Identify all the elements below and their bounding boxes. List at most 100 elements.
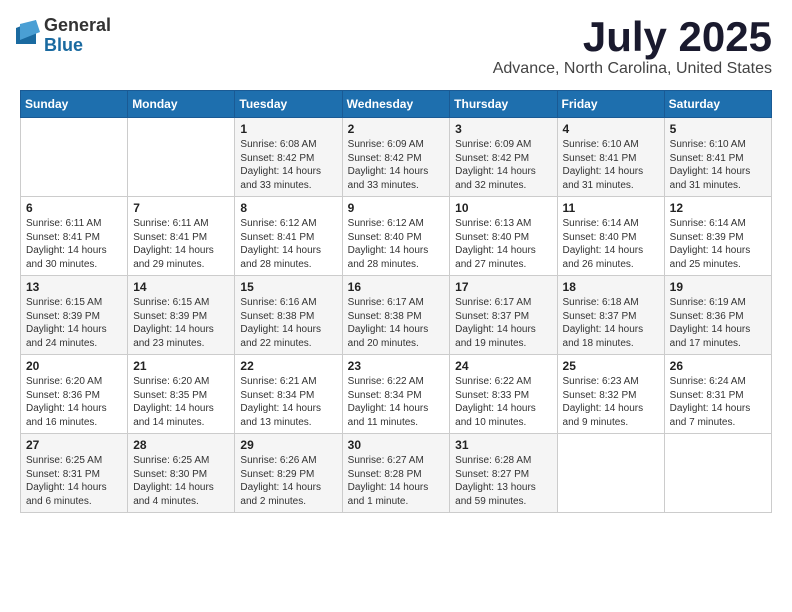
- day-number: 15: [240, 280, 336, 294]
- calendar-cell: 7 Sunrise: 6:11 AMSunset: 8:41 PMDaylight…: [128, 197, 235, 276]
- day-info: Sunrise: 6:12 AMSunset: 8:40 PMDaylight:…: [348, 217, 445, 271]
- day-info: Sunrise: 6:12 AMSunset: 8:41 PMDaylight:…: [240, 217, 336, 271]
- calendar-week-2: 6 Sunrise: 6:11 AMSunset: 8:41 PMDaylight…: [21, 197, 772, 276]
- days-header-row: Sunday Monday Tuesday Wednesday Thursday…: [21, 91, 772, 118]
- day-number: 24: [455, 359, 551, 373]
- calendar-cell: 20Sunrise: 6:20 AMSunset: 8:36 PMDayligh…: [21, 355, 128, 434]
- day-number: 22: [240, 359, 336, 373]
- day-number: 3: [455, 122, 551, 136]
- day-number: 29: [240, 438, 336, 452]
- calendar-week-3: 13 Sunrise: 6:15 AMSunset: 8:39 PMDayligh…: [21, 276, 772, 355]
- header-monday: Monday: [128, 91, 235, 118]
- calendar-cell: 9 Sunrise: 6:12 AMSunset: 8:40 PMDaylight…: [342, 197, 450, 276]
- day-number: 2: [348, 122, 445, 136]
- day-info: Sunrise: 6:14 AMSunset: 8:40 PMDaylight:…: [563, 217, 659, 271]
- day-number: 21: [133, 359, 229, 373]
- calendar-cell: 16 Sunrise: 6:17 AMSunset: 8:38 PMDayligh…: [342, 276, 450, 355]
- header-saturday: Saturday: [664, 91, 771, 118]
- day-info: Sunrise: 6:18 AMSunset: 8:37 PMDaylight:…: [563, 296, 659, 350]
- day-info: Sunrise: 6:23 AMSunset: 8:32 PMDaylight:…: [563, 375, 659, 429]
- calendar-cell: 8 Sunrise: 6:12 AMSunset: 8:41 PMDaylight…: [235, 197, 342, 276]
- day-number: 31: [455, 438, 551, 452]
- calendar-cell: 22 Sunrise: 6:21 AMSunset: 8:34 PMDayligh…: [235, 355, 342, 434]
- calendar-cell: 28Sunrise: 6:25 AMSunset: 8:30 PMDayligh…: [128, 434, 235, 513]
- calendar-cell: 17 Sunrise: 6:17 AMSunset: 8:37 PMDayligh…: [450, 276, 557, 355]
- calendar-cell: 11 Sunrise: 6:14 AMSunset: 8:40 PMDayligh…: [557, 197, 664, 276]
- calendar-table: Sunday Monday Tuesday Wednesday Thursday…: [20, 90, 772, 513]
- calendar-week-1: 1Sunrise: 6:08 AMSunset: 8:42 PMDaylight…: [21, 118, 772, 197]
- day-number: 14: [133, 280, 229, 294]
- day-info: Sunrise: 6:27 AMSunset: 8:28 PMDaylight:…: [348, 454, 445, 508]
- day-number: 28: [133, 438, 229, 452]
- day-number: 26: [670, 359, 766, 373]
- title-section: July 2025 Advance, North Carolina, Unite…: [493, 16, 772, 78]
- day-number: 10: [455, 201, 551, 215]
- day-info: Sunrise: 6:17 AMSunset: 8:37 PMDaylight:…: [455, 296, 551, 350]
- calendar-cell: 4Sunrise: 6:10 AMSunset: 8:41 PMDaylight…: [557, 118, 664, 197]
- location: Advance, North Carolina, United States: [493, 60, 772, 78]
- calendar-cell: 27 Sunrise: 6:25 AMSunset: 8:31 PMDayligh…: [21, 434, 128, 513]
- day-number: 9: [348, 201, 445, 215]
- day-number: 17: [455, 280, 551, 294]
- day-info: Sunrise: 6:14 AMSunset: 8:39 PMDaylight:…: [670, 217, 766, 271]
- logo-general: General: [44, 16, 111, 36]
- calendar-cell: [21, 118, 128, 197]
- day-info: Sunrise: 6:21 AMSunset: 8:34 PMDaylight:…: [240, 375, 336, 429]
- calendar-cell: 19 Sunrise: 6:19 AMSunset: 8:36 PMDayligh…: [664, 276, 771, 355]
- day-info: Sunrise: 6:10 AMSunset: 8:41 PMDaylight:…: [670, 138, 766, 192]
- calendar-cell: 5Sunrise: 6:10 AMSunset: 8:41 PMDaylight…: [664, 118, 771, 197]
- day-number: 11: [563, 201, 659, 215]
- day-info: Sunrise: 6:09 AMSunset: 8:42 PMDaylight:…: [348, 138, 445, 192]
- calendar-cell: 6 Sunrise: 6:11 AMSunset: 8:41 PMDaylight…: [21, 197, 128, 276]
- calendar-cell: 12Sunrise: 6:14 AMSunset: 8:39 PMDayligh…: [664, 197, 771, 276]
- day-number: 16: [348, 280, 445, 294]
- page-header: General Blue July 2025 Advance, North Ca…: [20, 16, 772, 78]
- header-wednesday: Wednesday: [342, 91, 450, 118]
- logo-blue: Blue: [44, 36, 111, 56]
- day-number: 27: [26, 438, 122, 452]
- calendar-cell: 14 Sunrise: 6:15 AMSunset: 8:39 PMDayligh…: [128, 276, 235, 355]
- calendar-cell: [128, 118, 235, 197]
- day-number: 18: [563, 280, 659, 294]
- day-info: Sunrise: 6:11 AMSunset: 8:41 PMDaylight:…: [133, 217, 229, 271]
- calendar-cell: 13Sunrise: 6:15 AMSunset: 8:39 PMDayligh…: [21, 276, 128, 355]
- calendar-cell: 2 Sunrise: 6:09 AMSunset: 8:42 PMDaylight…: [342, 118, 450, 197]
- calendar-cell: 18 Sunrise: 6:18 AMSunset: 8:37 PMDayligh…: [557, 276, 664, 355]
- calendar-week-5: 27 Sunrise: 6:25 AMSunset: 8:31 PMDayligh…: [21, 434, 772, 513]
- day-info: Sunrise: 6:17 AMSunset: 8:38 PMDaylight:…: [348, 296, 445, 350]
- day-info: Sunrise: 6:20 AMSunset: 8:35 PMDaylight:…: [133, 375, 229, 429]
- header-tuesday: Tuesday: [235, 91, 342, 118]
- day-info: Sunrise: 6:13 AMSunset: 8:40 PMDaylight:…: [455, 217, 551, 271]
- day-number: 25: [563, 359, 659, 373]
- day-info: Sunrise: 6:10 AMSunset: 8:41 PMDaylight:…: [563, 138, 659, 192]
- calendar-cell: [664, 434, 771, 513]
- day-info: Sunrise: 6:24 AMSunset: 8:31 PMDaylight:…: [670, 375, 766, 429]
- day-info: Sunrise: 6:25 AMSunset: 8:31 PMDaylight:…: [26, 454, 122, 508]
- day-info: Sunrise: 6:11 AMSunset: 8:41 PMDaylight:…: [26, 217, 122, 271]
- day-info: Sunrise: 6:19 AMSunset: 8:36 PMDaylight:…: [670, 296, 766, 350]
- calendar-cell: 31Sunrise: 6:28 AMSunset: 8:27 PMDayligh…: [450, 434, 557, 513]
- header-sunday: Sunday: [21, 91, 128, 118]
- day-number: 19: [670, 280, 766, 294]
- calendar-cell: 29 Sunrise: 6:26 AMSunset: 8:29 PMDayligh…: [235, 434, 342, 513]
- calendar-cell: 30Sunrise: 6:27 AMSunset: 8:28 PMDayligh…: [342, 434, 450, 513]
- calendar-week-4: 20Sunrise: 6:20 AMSunset: 8:36 PMDayligh…: [21, 355, 772, 434]
- day-info: Sunrise: 6:20 AMSunset: 8:36 PMDaylight:…: [26, 375, 122, 429]
- header-thursday: Thursday: [450, 91, 557, 118]
- day-number: 7: [133, 201, 229, 215]
- day-info: Sunrise: 6:22 AMSunset: 8:34 PMDaylight:…: [348, 375, 445, 429]
- calendar-cell: 21 Sunrise: 6:20 AMSunset: 8:35 PMDayligh…: [128, 355, 235, 434]
- day-number: 8: [240, 201, 336, 215]
- day-info: Sunrise: 6:15 AMSunset: 8:39 PMDaylight:…: [133, 296, 229, 350]
- month-title: July 2025: [493, 16, 772, 58]
- day-number: 6: [26, 201, 122, 215]
- day-info: Sunrise: 6:16 AMSunset: 8:38 PMDaylight:…: [240, 296, 336, 350]
- logo-icon: [16, 20, 40, 52]
- day-number: 13: [26, 280, 122, 294]
- calendar-cell: 15 Sunrise: 6:16 AMSunset: 8:38 PMDayligh…: [235, 276, 342, 355]
- calendar-cell: 23Sunrise: 6:22 AMSunset: 8:34 PMDayligh…: [342, 355, 450, 434]
- calendar-cell: 24 Sunrise: 6:22 AMSunset: 8:33 PMDayligh…: [450, 355, 557, 434]
- day-info: Sunrise: 6:26 AMSunset: 8:29 PMDaylight:…: [240, 454, 336, 508]
- calendar-cell: 1Sunrise: 6:08 AMSunset: 8:42 PMDaylight…: [235, 118, 342, 197]
- day-info: Sunrise: 6:22 AMSunset: 8:33 PMDaylight:…: [455, 375, 551, 429]
